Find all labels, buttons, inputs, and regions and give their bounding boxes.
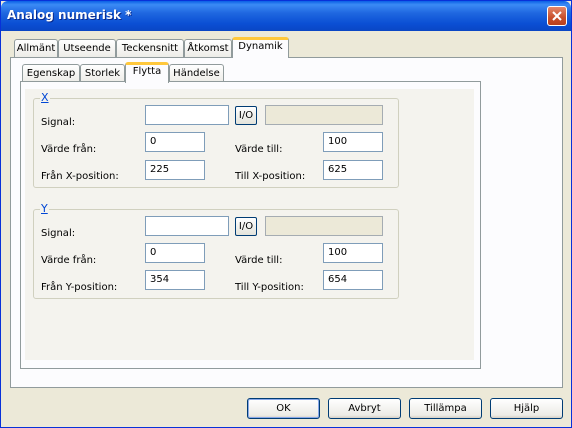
- x-io-button[interactable]: I/O: [235, 106, 257, 125]
- y-signal-label: Signal:: [41, 228, 76, 239]
- cancel-button[interactable]: Avbryt: [328, 398, 401, 419]
- tab-dynamik[interactable]: Dynamik: [232, 37, 289, 58]
- tab-teckensnitt[interactable]: Teckensnitt: [116, 39, 184, 58]
- y-from-pos-input[interactable]: 354: [145, 270, 205, 290]
- y-to-pos-input[interactable]: 654: [323, 270, 383, 290]
- y-signal-input[interactable]: [145, 216, 229, 236]
- x-signal-label: Signal:: [41, 117, 76, 128]
- x-from-input[interactable]: 0: [145, 132, 205, 152]
- y-from-input[interactable]: 0: [145, 243, 205, 263]
- title-bar[interactable]: Analog numerisk *: [1, 1, 571, 31]
- close-icon: [552, 11, 562, 21]
- y-group-label: Y: [40, 202, 49, 215]
- y-from-label: Värde från:: [41, 255, 97, 266]
- y-to-pos-label: Till Y-position:: [235, 282, 304, 293]
- y-signal-display: [265, 216, 383, 236]
- help-button[interactable]: Hjälp: [490, 398, 563, 419]
- close-button[interactable]: [547, 6, 567, 26]
- window-title: Analog numerisk *: [7, 8, 132, 22]
- apply-button[interactable]: Tillämpa: [409, 398, 482, 419]
- x-from-label: Värde från:: [41, 144, 97, 155]
- x-signal-input[interactable]: [145, 105, 229, 125]
- ok-button[interactable]: OK: [247, 398, 320, 419]
- x-to-input[interactable]: 100: [323, 132, 383, 152]
- tab-allmant[interactable]: Allmänt: [14, 39, 58, 58]
- y-from-pos-label: Från Y-position:: [41, 282, 118, 293]
- x-from-pos-label: Från X-position:: [41, 171, 119, 182]
- x-signal-display: [265, 105, 383, 125]
- x-group-label: X: [40, 91, 50, 104]
- x-to-pos-input[interactable]: 625: [323, 160, 383, 180]
- tab-atkomst[interactable]: Åtkomst: [184, 39, 232, 58]
- y-to-input[interactable]: 100: [323, 243, 383, 263]
- x-from-pos-input[interactable]: 225: [145, 160, 205, 180]
- y-to-label: Värde till:: [235, 255, 283, 266]
- x-to-label: Värde till:: [235, 144, 283, 155]
- dialog-window: Analog numerisk * Allmänt Utseende Tecke…: [0, 0, 572, 428]
- tab-utseende[interactable]: Utseende: [58, 39, 116, 58]
- x-to-pos-label: Till X-position:: [235, 171, 306, 182]
- y-io-button[interactable]: I/O: [235, 217, 257, 236]
- subtab-flytta[interactable]: Flytta: [125, 62, 169, 83]
